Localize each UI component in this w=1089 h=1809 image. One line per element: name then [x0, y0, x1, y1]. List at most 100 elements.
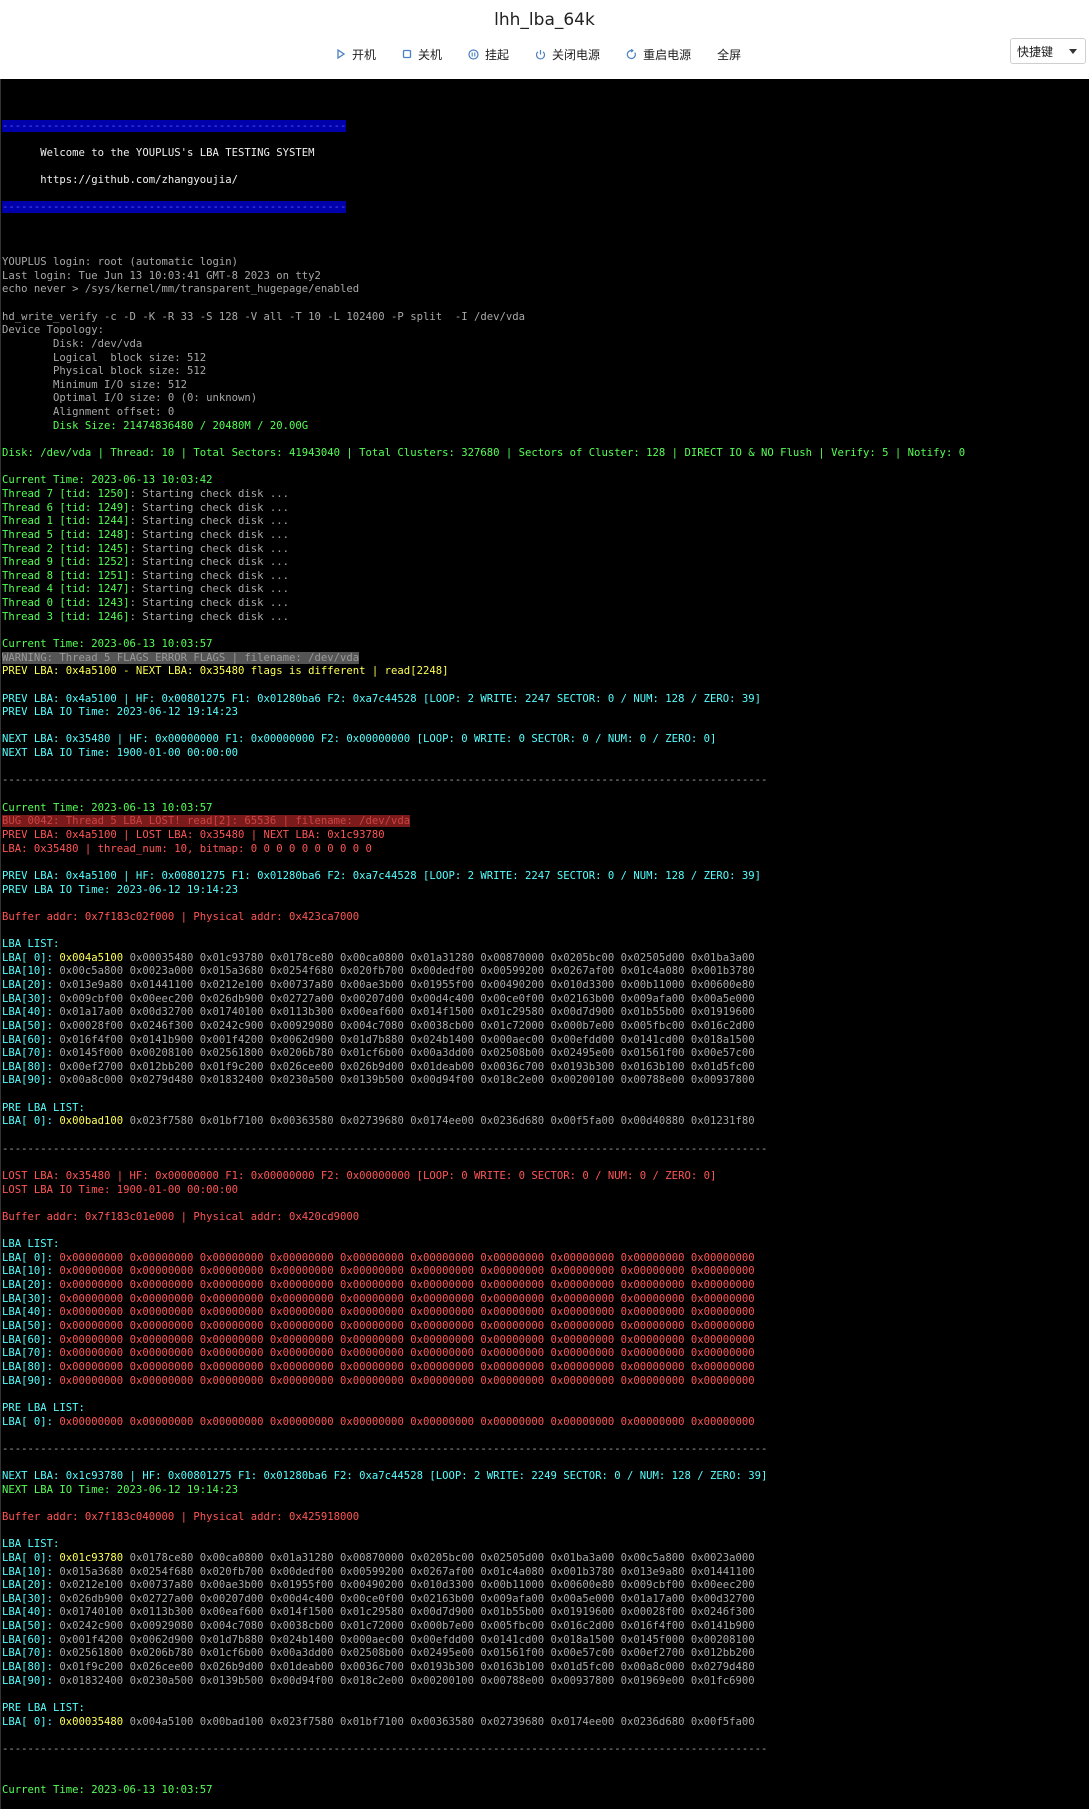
- power-on-button[interactable]: 开机: [336, 46, 376, 63]
- terminal-line-segment: LBA[20]:: [2, 1279, 60, 1292]
- terminal-line-segment: Thread 9 [tid: 1252]: [2, 556, 130, 569]
- suspend-button[interactable]: 挂起: [468, 46, 509, 63]
- terminal-line-segment: : Starting check disk ...: [129, 542, 290, 555]
- terminal-line-segment: : Starting check disk ...: [129, 583, 290, 596]
- terminal-line: LOST LBA: 0x35480 | HF: 0x00000000 F1: 0…: [2, 1170, 965, 1184]
- terminal-line-segment: 0x01a17a00 0x00d32700 0x01740100 0x0113b…: [59, 1006, 755, 1019]
- terminal-line: LBA[10]: 0x00000000 0x00000000 0x0000000…: [2, 1265, 965, 1279]
- terminal-line: Buffer addr: 0x7f183c040000 | Physical a…: [2, 1511, 965, 1525]
- terminal-line-text: https://github.com/zhangyoujia/: [2, 174, 238, 187]
- terminal-line: LBA[70]: 0x0145f000 0x00208100 0x0256180…: [2, 1047, 965, 1061]
- terminal-line: PRE LBA LIST:: [2, 1402, 965, 1416]
- terminal-line-segment: 0x0212e100 0x00737a80 0x00ae3b00 0x01955…: [59, 1579, 755, 1592]
- terminal-line-segment: LBA[10]:: [2, 1565, 60, 1578]
- terminal-line-text: Welcome to the YOUPLUS's LBA TESTING SYS…: [2, 146, 315, 159]
- terminal-line: Device Topology:: [2, 324, 965, 338]
- terminal-line-segment: LBA[70]:: [2, 1347, 60, 1360]
- terminal-line-text: ----------------------------------------…: [2, 1442, 768, 1455]
- terminal-line-segment: LBA[50]:: [2, 1620, 60, 1633]
- vm-toolbar: 开机 关机 挂起 关闭电源 重启电源 全屏: [336, 44, 767, 64]
- terminal-line: LBA[60]: 0x001f4200 0x0062d900 0x01d7b88…: [2, 1634, 965, 1648]
- terminal-line: LBA[70]: 0x00000000 0x00000000 0x0000000…: [2, 1347, 965, 1361]
- terminal-line-segment: Thread 1 [tid: 1244]: [2, 515, 130, 528]
- terminal-line-text: PREV LBA: 0x4a5100 | HF: 0x00801275 F1: …: [2, 692, 761, 705]
- terminal-line: echo never > /sys/kernel/mm/transparent_…: [2, 283, 965, 297]
- terminal-line-segment: LBA[20]:: [2, 1579, 60, 1592]
- terminal-line-segment: 0x01c93780: [59, 1551, 124, 1564]
- terminal-line-segment: : Starting check disk ...: [129, 597, 290, 610]
- terminal-line-segment: LBA[50]:: [2, 1019, 60, 1032]
- terminal-line-text: ----------------------------------------…: [2, 1742, 768, 1755]
- terminal-line-segment: 0x004a5100: [59, 951, 124, 964]
- terminal-line-text: NEXT LBA IO Time: 2023-06-12 19:14:23: [2, 1483, 238, 1496]
- terminal-line: Disk: /dev/vda: [2, 338, 965, 352]
- terminal-line-segment: LBA[30]:: [2, 1292, 60, 1305]
- terminal-line-text: Buffer addr: 0x7f183c01e000 | Physical a…: [2, 1210, 360, 1223]
- terminal-line-segment: LBA[90]:: [2, 1674, 60, 1687]
- terminal-line-text: PRE LBA LIST:: [2, 1101, 85, 1114]
- terminal-line-segment: LBA[90]:: [2, 1074, 60, 1087]
- terminal-line: LBA LIST:: [2, 1238, 965, 1252]
- terminal-line: Buffer addr: 0x7f183c01e000 | Physical a…: [2, 1211, 965, 1225]
- terminal-line: PRE LBA LIST:: [2, 1702, 965, 1716]
- shutdown-label: 关机: [418, 47, 443, 62]
- fullscreen-button[interactable]: 全屏: [717, 46, 741, 63]
- terminal-line: NEXT LBA: 0x1c93780 | HF: 0x00801275 F1:…: [2, 1470, 965, 1484]
- terminal-line-segment: 0x004a5100 0x00bad100 0x023f7580 0x01bf7…: [123, 1715, 755, 1728]
- terminal-line-segment: LBA[40]:: [2, 1006, 60, 1019]
- terminal-line-segment: 0x0145f000 0x00208100 0x02561800 0x0206b…: [59, 1047, 755, 1060]
- terminal-line: YOUPLUS login: root (automatic login): [2, 256, 965, 270]
- terminal-line-segment: 0x026db900 0x02727a00 0x00207d00 0x00d4c…: [59, 1592, 755, 1605]
- terminal-line: PRE LBA LIST:: [2, 1102, 965, 1116]
- terminal-line-segment: 0x01740100 0x0113b300 0x00eaf600 0x014f1…: [59, 1606, 755, 1619]
- terminal-line-segment: 0x00ef2700 0x012bb200 0x01f9c200 0x026ce…: [59, 1060, 755, 1073]
- shutdown-button[interactable]: 关机: [402, 46, 442, 63]
- terminal-line-segment: 0x00000000 0x00000000 0x00000000 0x00000…: [59, 1333, 755, 1346]
- terminal-line-segment: LBA[60]:: [2, 1033, 60, 1046]
- terminal-line: Thread 8 [tid: 1251]: Starting check dis…: [2, 570, 965, 584]
- terminal-line: LBA[20]: 0x0212e100 0x00737a80 0x00ae3b0…: [2, 1579, 965, 1593]
- terminal-line: ----------------------------------------…: [2, 1143, 965, 1157]
- terminal-screen[interactable]: ----------------------------------------…: [0, 79, 1089, 1809]
- terminal-output: ----------------------------------------…: [2, 106, 965, 1809]
- terminal-line-text: NEXT LBA IO Time: 1900-01-00 00:00:00: [2, 747, 238, 760]
- terminal-line-segment: LBA[80]:: [2, 1360, 60, 1373]
- terminal-line-text: hd_write_verify -c -D -K -R 33 -S 128 -V…: [2, 310, 525, 323]
- power-off-button[interactable]: 关闭电源: [535, 46, 600, 63]
- terminal-line-text: BUG 0042: Thread 5 LBA LOST! read[2]: 65…: [2, 815, 411, 828]
- terminal-line-segment: : Starting check disk ...: [129, 501, 290, 514]
- terminal-line: PREV LBA: 0x4a5100 | LOST LBA: 0x35480 |…: [2, 829, 965, 843]
- terminal-line-segment: Thread 2 [tid: 1245]: [2, 542, 130, 555]
- terminal-line-segment: 0x00000000 0x00000000 0x00000000 0x00000…: [59, 1279, 755, 1292]
- terminal-line: LBA[ 0]: 0x00000000 0x00000000 0x0000000…: [2, 1252, 965, 1266]
- terminal-line-text: Buffer addr: 0x7f183c02f000 | Physical a…: [2, 910, 360, 923]
- terminal-line-segment: : Starting check disk ...: [129, 569, 290, 582]
- terminal-line: ----------------------------------------…: [2, 1443, 965, 1457]
- terminal-line: hd_write_verify -c -D -K -R 33 -S 128 -V…: [2, 311, 965, 325]
- terminal-line: LBA[ 0]: 0x00bad100 0x023f7580 0x01bf710…: [2, 1115, 965, 1129]
- terminal-line-text: LBA LIST:: [2, 1238, 60, 1251]
- terminal-line-segment: 0x00000000 0x00000000 0x00000000 0x00000…: [59, 1374, 755, 1387]
- shortcut-keys-dropdown[interactable]: 快捷键: [1010, 38, 1086, 64]
- terminal-line-text: ----------------------------------------…: [2, 119, 347, 132]
- terminal-line-segment: 0x00000000 0x00000000 0x00000000 0x00000…: [59, 1347, 755, 1360]
- terminal-line-text: NEXT LBA: 0x35480 | HF: 0x00000000 F1: 0…: [2, 733, 717, 746]
- terminal-line-segment: LBA[30]:: [2, 992, 60, 1005]
- terminal-line-segment: 0x015a3680 0x0254f680 0x020fb700 0x00ded…: [59, 1565, 755, 1578]
- suspend-label: 挂起: [485, 47, 510, 62]
- terminal-line: https://github.com/zhangyoujia/: [2, 174, 965, 188]
- terminal-line-text: Disk Size: 21474836480 / 20480M / 20.00G: [2, 419, 309, 432]
- restart-button[interactable]: 重启电源: [626, 46, 691, 63]
- terminal-line-segment: 0x023f7580 0x01bf7100 0x00363580 0x02739…: [123, 1115, 755, 1128]
